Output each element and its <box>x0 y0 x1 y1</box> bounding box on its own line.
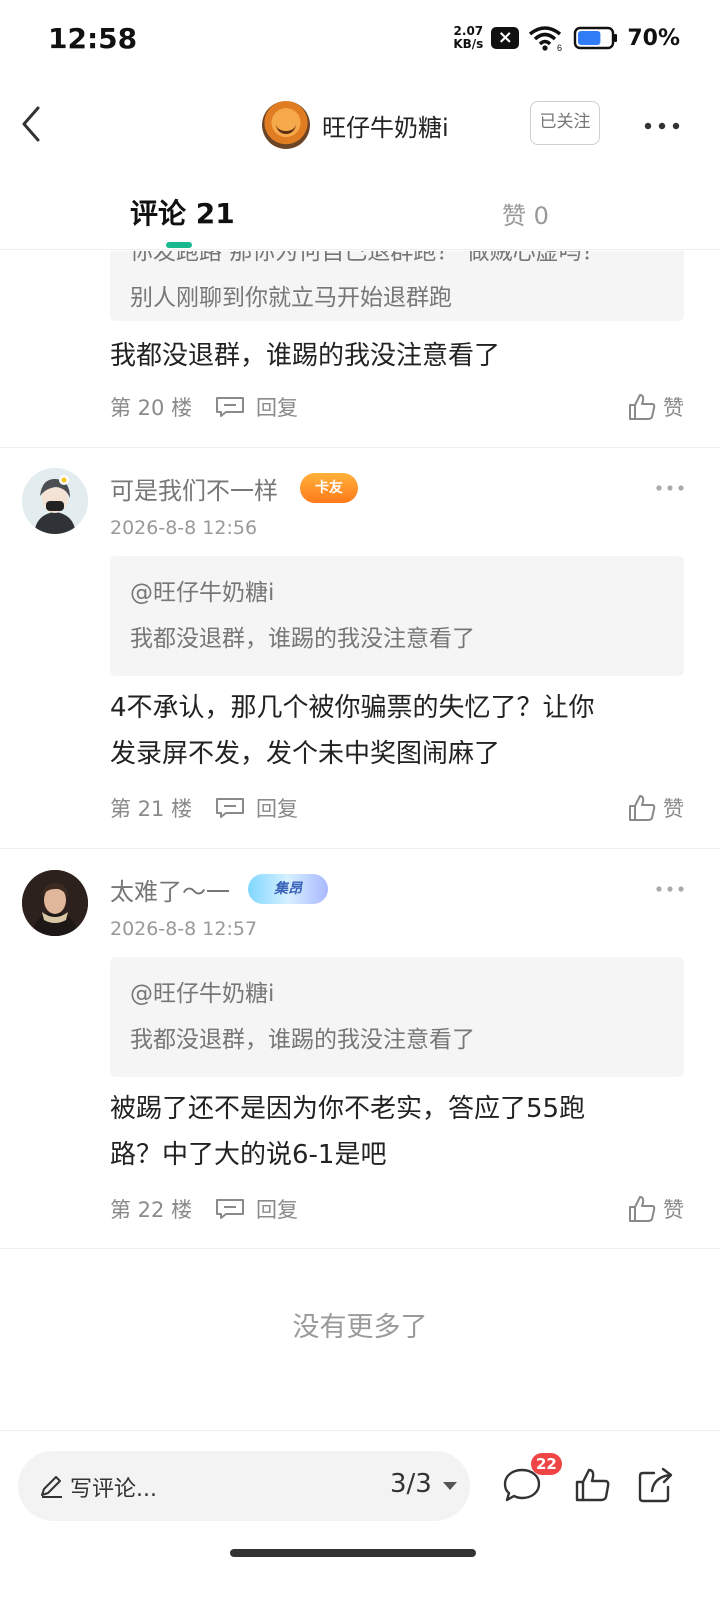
reply-label: 回复 <box>256 396 298 420</box>
comment-text: 被踢了还不是因为你不老实，答应了55跑 路？中了大的说6-1是吧 <box>110 1086 684 1178</box>
back-arrow-icon[interactable] <box>14 102 54 146</box>
pencil-icon <box>41 1476 62 1498</box>
thumbs-up-icon <box>629 1196 656 1222</box>
comment-line: 被踢了还不是因为你不老实，答应了55跑 <box>110 1094 586 1124</box>
tab-likes[interactable]: 赞 0 <box>502 196 549 231</box>
divider <box>0 848 720 849</box>
like-button[interactable]: 赞 <box>627 788 684 828</box>
like-button[interactable]: 赞 <box>627 1189 684 1229</box>
comment-more-icon[interactable] <box>654 482 686 494</box>
quote-text: 别人刚聊到你就立马开始退群跑 <box>130 285 452 311</box>
status-indicators: 2.07 KB/s × 6 70% <box>453 24 680 53</box>
floor-number: 第 22 楼 <box>110 1198 193 1222</box>
like-label: 赞 <box>663 797 684 821</box>
user-avatar[interactable] <box>22 468 88 534</box>
reply-button[interactable]: 回复 <box>214 793 298 823</box>
write-comment-input[interactable]: 写评论... 3/3 <box>18 1451 470 1521</box>
user-avatar[interactable] <box>22 870 88 936</box>
user-level-badge: 集昂 <box>248 874 328 904</box>
username[interactable]: 可是我们不一样 <box>110 471 278 506</box>
reply-button[interactable]: 回复 <box>214 1194 298 1224</box>
battery-percent: 70% <box>627 25 680 51</box>
network-speed-unit: KB/s <box>453 37 484 51</box>
comment-line: 路？中了大的说6-1是吧 <box>110 1140 387 1170</box>
user-level-badge: 卡友 <box>300 473 358 503</box>
comment-text: 我都没退群，谁踢的我没注意看了 <box>110 341 501 371</box>
comment-meta-row: 第 22 楼 回复 赞 <box>110 1189 684 1229</box>
author-name[interactable]: 旺仔牛奶糖i <box>322 108 449 143</box>
comment-meta-row: 第 21 楼 回复 赞 <box>110 788 684 828</box>
reply-bubble-icon <box>216 1199 244 1219</box>
comment-more-icon[interactable] <box>654 883 686 895</box>
status-bar: 12:58 2.07 KB/s × 6 70% <box>0 0 720 80</box>
divider <box>0 447 720 448</box>
quoted-comment: @旺仔牛奶糖i 我都没退群，谁踢的我没注意看了 <box>110 556 684 676</box>
comment-line: 发录屏不发，发个未中奖图闹麻了 <box>110 739 501 769</box>
like-label: 赞 <box>663 396 684 420</box>
comment-list[interactable]: 你发跑路 那你为何自己退群跑？ 做贼心虚吗？ 别人刚聊到你就立马开始退群跑 我都… <box>0 251 720 1431</box>
quote-text: 你发跑路 那你为何自己退群跑？ 做贼心虚吗？ <box>130 251 605 265</box>
comment-meta-row: 第 20 楼 回复 赞 <box>110 387 684 427</box>
thumbs-up-icon <box>629 795 656 821</box>
wifi-icon: 6 <box>529 26 562 52</box>
reply-label: 回复 <box>256 1198 298 1222</box>
divider <box>0 1248 720 1249</box>
battery-icon <box>574 26 618 50</box>
quoted-comment: 你发跑路 那你为何自己退群跑？ 做贼心虚吗？ 别人刚聊到你就立马开始退群跑 <box>110 251 684 321</box>
tab-comments[interactable]: 评论 21 <box>130 192 235 232</box>
reply-bubble-icon <box>216 397 244 417</box>
write-comment-placeholder: 写评论... <box>70 1477 157 1502</box>
quote-text: 我都没退群，谁踢的我没注意看了 <box>130 1027 475 1053</box>
comment-timestamp: 2026-8-8 12:56 <box>110 517 258 539</box>
home-indicator[interactable] <box>230 1549 476 1557</box>
wifi-label: 6 <box>557 43 562 52</box>
more-dots-icon[interactable] <box>640 106 684 146</box>
quoted-comment: @旺仔牛奶糖i 我都没退群，谁踢的我没注意看了 <box>110 957 684 1077</box>
bottom-action-bar: 写评论... 3/3 22 <box>0 1430 720 1600</box>
quote-author: @旺仔牛奶糖i <box>130 981 275 1007</box>
like-label: 赞 <box>663 1198 684 1222</box>
thumbs-up-icon <box>629 394 656 420</box>
thumbs-up-icon[interactable] <box>572 1465 612 1505</box>
avatar-photo <box>22 870 88 936</box>
comment-text: 4不承认，那几个被你骗票的失忆了？让你 发录屏不发，发个未中奖图闹麻了 <box>110 685 684 777</box>
username[interactable]: 太难了～一 <box>110 872 230 907</box>
like-button[interactable]: 赞 <box>627 387 684 427</box>
page-indicator[interactable]: 3/3 <box>390 1469 432 1499</box>
network-speed: 2.07 KB/s <box>453 25 483 51</box>
follow-button[interactable]: 已关注 <box>530 101 600 145</box>
comment-timestamp: 2026-8-8 12:57 <box>110 918 258 940</box>
comment-count-badge: 22 <box>531 1453 562 1475</box>
author-info[interactable]: 旺仔牛奶糖i <box>262 100 449 150</box>
reply-bubble-icon <box>216 798 244 818</box>
no-sim-icon: × <box>491 27 520 49</box>
end-of-list-label: 没有更多了 <box>292 1312 428 1343</box>
quote-text: 我都没退群，谁踢的我没注意看了 <box>130 626 475 652</box>
comment-line: 4不承认，那几个被你骗票的失忆了？让你 <box>110 693 595 723</box>
avatar-illustration <box>22 468 88 534</box>
floor-number: 第 21 楼 <box>110 797 193 821</box>
caret-down-icon[interactable] <box>442 1481 458 1491</box>
active-tab-indicator <box>166 242 192 248</box>
status-time: 12:58 <box>48 22 138 55</box>
floor-number: 第 20 楼 <box>110 396 193 420</box>
quote-author: @旺仔牛奶糖i <box>130 580 275 606</box>
share-icon[interactable] <box>636 1465 676 1505</box>
reply-label: 回复 <box>256 797 298 821</box>
comment-tabs: 评论 21 赞 0 <box>0 178 720 250</box>
reply-button[interactable]: 回复 <box>214 392 298 422</box>
top-header: 旺仔牛奶糖i 已关注 <box>0 80 720 170</box>
author-avatar[interactable] <box>262 101 310 149</box>
